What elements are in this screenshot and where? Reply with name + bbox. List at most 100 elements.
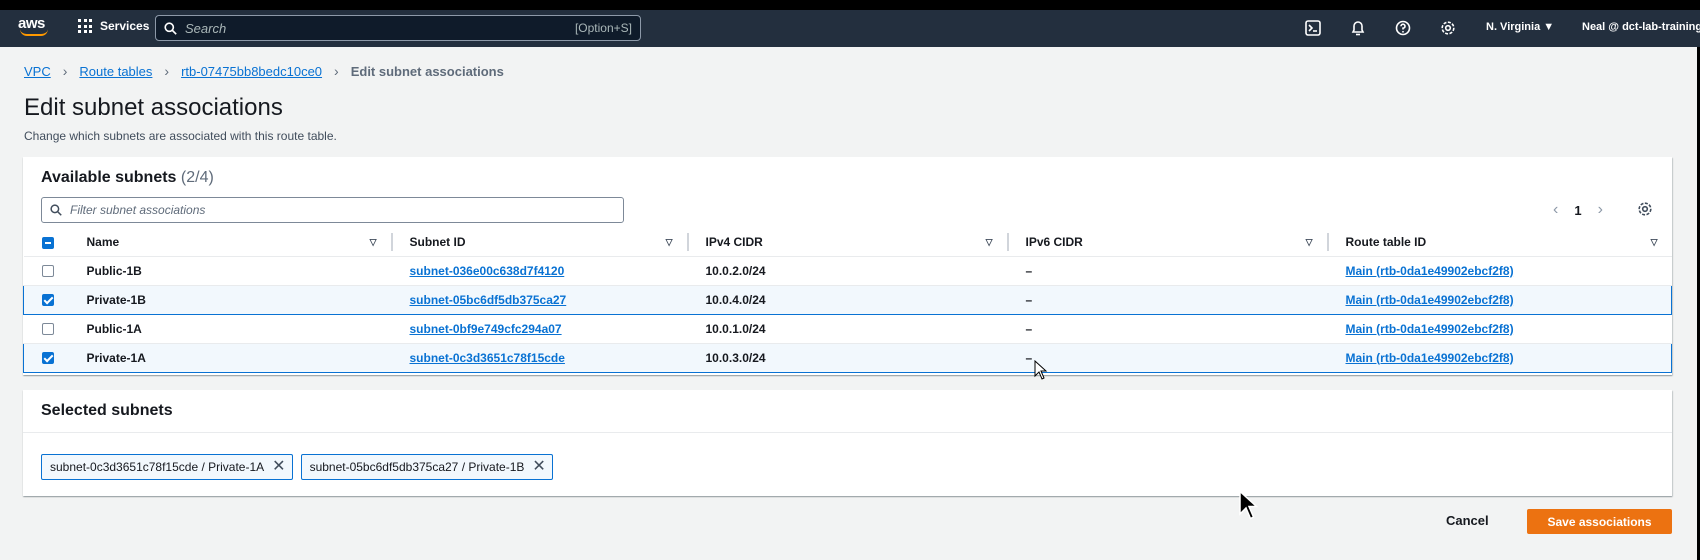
column-header-ipv6-cidr[interactable]: IPv6 CIDR ▽ — [1008, 229, 1329, 257]
subnet-id-cell: subnet-0bf9e749cfc294a07 — [392, 314, 689, 344]
chevron-right-icon: › — [334, 63, 339, 79]
breadcrumb-route-tables[interactable]: Route tables — [79, 64, 152, 79]
subnet-id-cell: subnet-036e00c638d7f4120 — [392, 256, 689, 286]
close-icon[interactable]: ✕ — [272, 459, 285, 475]
row-select-cell — [23, 284, 87, 315]
row-select-cell — [23, 314, 87, 344]
close-icon[interactable]: ✕ — [532, 459, 545, 475]
page-number[interactable]: 1 — [1574, 203, 1581, 218]
search-icon — [164, 21, 177, 35]
cloudshell-icon[interactable] — [1304, 19, 1322, 37]
column-label: IPv6 CIDR — [1025, 235, 1083, 250]
subnet-name: Public-1A — [86, 314, 393, 344]
ipv6-cidr: – — [1008, 256, 1329, 286]
column-header-name[interactable]: Name ▽ — [86, 229, 393, 257]
page-title: Edit subnet associations — [24, 94, 283, 121]
chevron-right-icon: › — [164, 63, 170, 79]
services-label: Services — [100, 19, 150, 33]
subnet-id-link[interactable]: subnet-0c3d3651c78f15cde — [410, 351, 565, 365]
table-header-row: Name ▽ Subnet ID ▽ IPv4 CIDR ▽ IPv6 CIDR ▽ R… — [23, 229, 1672, 257]
table-row[interactable]: Public-1B subnet-036e00c638d7f4120 10.0.… — [23, 256, 1672, 286]
sort-caret-icon[interactable]: ▽ — [370, 237, 377, 248]
column-header-subnet-id[interactable]: Subnet ID ▽ — [392, 229, 689, 257]
region-selector[interactable]: N. Virginia ▼ — [1486, 21, 1554, 33]
breadcrumb-vpc[interactable]: VPC — [24, 64, 51, 79]
ipv6-cidr: – — [1008, 342, 1329, 373]
row-checkbox[interactable] — [41, 265, 54, 278]
column-header-ipv4-cidr[interactable]: IPv4 CIDR ▽ — [688, 229, 1009, 257]
subnet-id-link[interactable]: subnet-0bf9e749cfc294a07 — [410, 322, 562, 336]
breadcrumb: VPC › Route tables › rtb-07475bb8bedc10c… — [24, 63, 504, 79]
sort-caret-icon[interactable]: ▽ — [1651, 237, 1658, 248]
services-menu-button[interactable]: Services — [78, 19, 149, 33]
subnet-id-link[interactable]: subnet-05bc6df5db375ca27 — [410, 293, 567, 307]
route-table-link[interactable]: Main (rtb-0da1e49902ebcf2f8) — [1346, 293, 1514, 307]
row-checkbox[interactable] — [42, 294, 54, 307]
breadcrumb-current: Edit subnet associations — [350, 63, 504, 79]
route-table-link[interactable]: Main (rtb-0da1e49902ebcf2f8) — [1346, 264, 1514, 278]
available-subnets-count: (2/4) — [180, 169, 214, 186]
pagination: ‹ 1 › — [1553, 201, 1603, 219]
app-grid-icon — [78, 19, 92, 33]
ipv6-cidr: – — [1008, 284, 1329, 315]
save-associations-button[interactable]: Save associations — [1527, 509, 1672, 534]
route-table-cell: Main (rtb-0da1e49902ebcf2f8) — [1328, 284, 1672, 315]
global-search[interactable]: [Option+S] — [155, 15, 641, 41]
row-select-cell — [23, 256, 87, 286]
token-label: subnet-05bc6df5db375ca27 / Private-1B — [309, 460, 525, 474]
table-row[interactable]: Public-1A subnet-0bf9e749cfc294a07 10.0.… — [23, 314, 1672, 344]
ipv4-cidr: 10.0.1.0/24 — [688, 314, 1009, 344]
table-row[interactable]: Private-1B subnet-05bc6df5db375ca27 10.0… — [23, 284, 1672, 315]
sort-caret-icon[interactable]: ▽ — [666, 237, 673, 248]
token-label: subnet-0c3d3651c78f15cde / Private-1A — [50, 460, 265, 474]
subnet-name: Private-1B — [86, 284, 393, 315]
help-icon[interactable] — [1394, 19, 1412, 37]
account-menu[interactable]: Neal @ dct-lab-training — [1582, 21, 1700, 33]
mouse-pointer-icon — [1034, 360, 1048, 380]
table-preferences-gear-icon[interactable] — [1637, 201, 1653, 222]
row-checkbox[interactable] — [41, 323, 54, 336]
selected-token: subnet-05bc6df5db375ca27 / Private-1B ✕ — [300, 454, 553, 480]
subnet-id-cell: subnet-0c3d3651c78f15cde — [392, 342, 689, 373]
screen: aws Services [Option+S] N. Virginia ▼ Ne… — [0, 0, 1700, 560]
filter-input[interactable] — [70, 203, 615, 217]
selected-subnets-panel: Selected subnets subnet-0c3d3651c78f15cd… — [23, 390, 1672, 496]
row-checkbox[interactable] — [42, 352, 54, 365]
filter-subnets[interactable] — [41, 197, 624, 223]
available-subnets-panel: Available subnets (2/4) ‹ 1 › Name ▽ Subn… — [23, 157, 1672, 375]
row-select-cell — [23, 342, 87, 373]
aws-logo[interactable]: aws — [18, 16, 52, 40]
subnet-id-link[interactable]: subnet-036e00c638d7f4120 — [410, 264, 565, 278]
notifications-bell-icon[interactable] — [1349, 19, 1367, 37]
select-all-cell — [23, 229, 87, 257]
route-table-link[interactable]: Main (rtb-0da1e49902ebcf2f8) — [1346, 351, 1514, 365]
route-table-cell: Main (rtb-0da1e49902ebcf2f8) — [1328, 342, 1672, 373]
column-label: IPv4 CIDR — [705, 235, 763, 250]
search-input[interactable] — [185, 20, 575, 36]
sort-caret-icon[interactable]: ▽ — [1306, 237, 1313, 248]
chevron-right-icon[interactable]: › — [1598, 201, 1603, 219]
column-header-route-table-id[interactable]: Route table ID ▽ — [1328, 229, 1672, 257]
chevron-right-icon: › — [62, 63, 68, 79]
settings-gear-icon[interactable] — [1439, 19, 1457, 37]
chevron-left-icon[interactable]: ‹ — [1553, 201, 1558, 219]
breadcrumb-route-table-id[interactable]: rtb-07475bb8bedc10ce0 — [181, 64, 322, 79]
search-shortcut-hint: [Option+S] — [574, 21, 632, 35]
top-navigation-bar: aws Services [Option+S] N. Virginia ▼ Ne… — [0, 10, 1700, 47]
selected-subnets-title: Selected subnets — [41, 402, 173, 419]
subnets-table: Name ▽ Subnet ID ▽ IPv4 CIDR ▽ IPv6 CIDR ▽ R… — [23, 229, 1672, 373]
route-table-link[interactable]: Main (rtb-0da1e49902ebcf2f8) — [1346, 322, 1514, 336]
ipv4-cidr: 10.0.3.0/24 — [688, 342, 1009, 373]
sort-caret-icon[interactable]: ▽ — [986, 237, 993, 248]
route-table-cell: Main (rtb-0da1e49902ebcf2f8) — [1328, 256, 1672, 286]
ipv4-cidr: 10.0.4.0/24 — [688, 284, 1009, 315]
route-table-cell: Main (rtb-0da1e49902ebcf2f8) — [1328, 314, 1672, 344]
select-all-checkbox[interactable] — [41, 237, 54, 250]
table-row[interactable]: Private-1A subnet-0c3d3651c78f15cde 10.0… — [23, 342, 1672, 373]
cancel-button[interactable]: Cancel — [1446, 513, 1489, 528]
available-subnets-header: Available subnets (2/4) — [41, 169, 214, 187]
selected-token: subnet-0c3d3651c78f15cde / Private-1A ✕ — [41, 454, 293, 480]
subnet-name: Public-1B — [86, 256, 393, 286]
ipv6-cidr: – — [1008, 314, 1329, 344]
page-description: Change which subnets are associated with… — [24, 129, 337, 143]
